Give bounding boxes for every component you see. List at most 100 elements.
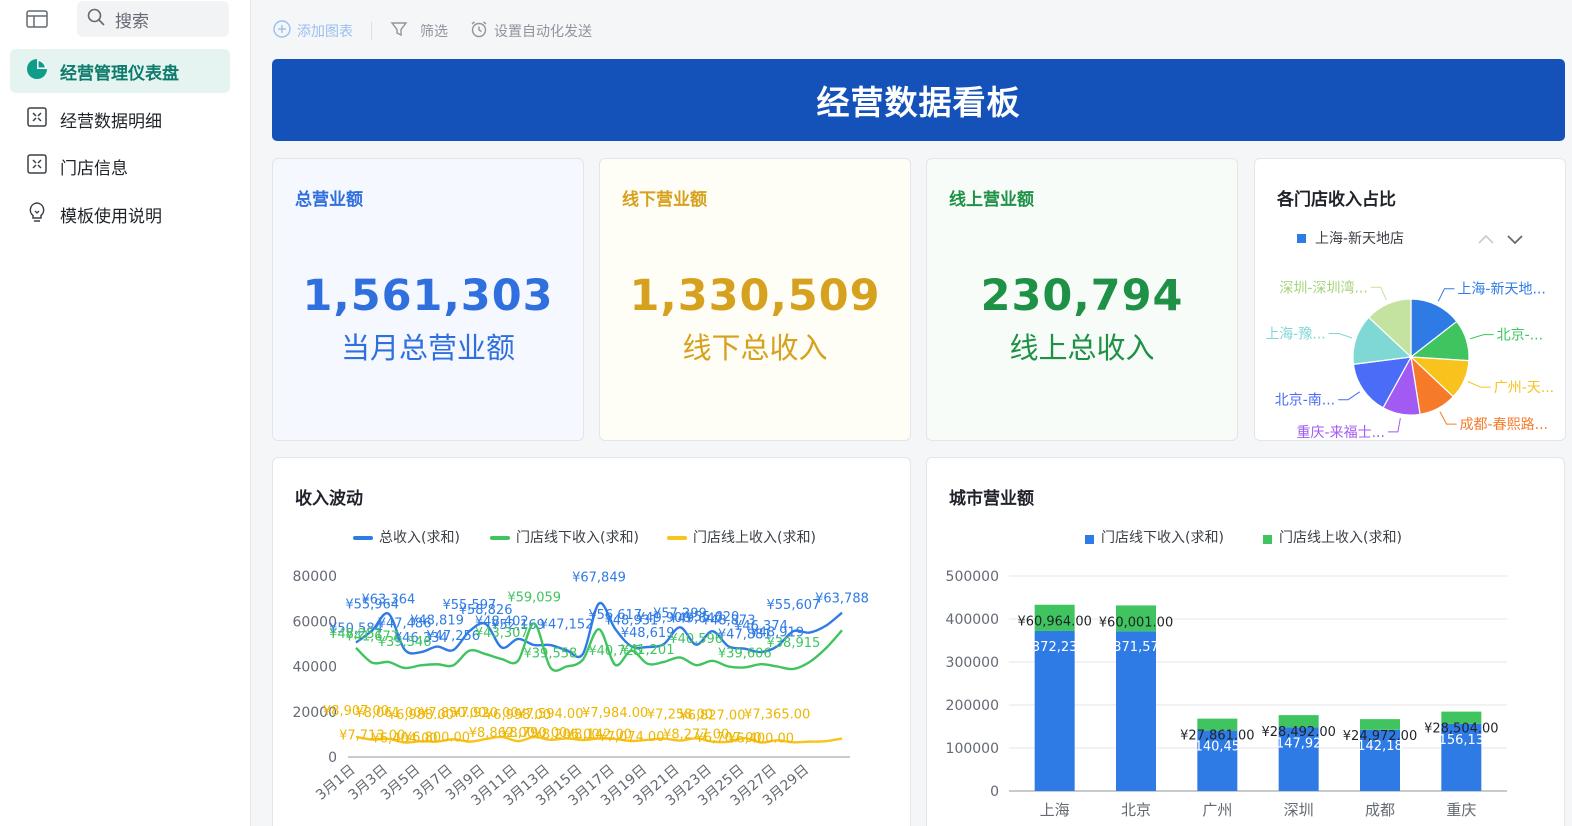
add-chart-button[interactable]: 添加图表 [273, 20, 353, 42]
table-icon [26, 106, 48, 133]
x-tick-label: 深圳 [1284, 801, 1314, 819]
filter-label: 筛选 [420, 24, 448, 40]
filter-button[interactable]: 筛选 [390, 20, 448, 42]
add-chart-label: 添加图表 [297, 24, 353, 40]
sidebar-item-label: 经营管理仪表盘 [60, 63, 179, 84]
kpi-label: 当月总营业额 [340, 331, 515, 365]
pie-chart-card[interactable]: 各门店收入占比 上海-新天地店 上海-新天地... 北京-... 广州-天... 成都… [1254, 158, 1566, 441]
pie-slice-label: 广州-天... [1494, 380, 1554, 396]
bar-value-label: ¥60,001.00 [1099, 615, 1173, 630]
kpi-value: 230,794 [980, 271, 1184, 321]
pie-chart: 上海-新天地店 上海-新天地... 北京-... 广州-天... 成都-春熙路... 重… [1265, 231, 1554, 441]
bar-value-label: ¥60,964.00 [1017, 615, 1091, 630]
legend-swatch [353, 536, 373, 540]
kpi-card-online[interactable]: 线上营业额 230,794 线上总收入 [926, 158, 1238, 441]
x-tick-label: 成都 [1365, 801, 1395, 819]
sidebar-item-template-guide[interactable]: 模板使用说明 [10, 192, 230, 236]
data-label: ¥39,558 [524, 647, 578, 662]
data-label: ¥48,619 [621, 626, 675, 641]
data-label: ¥39,606 [718, 646, 772, 661]
kpi-card-total[interactable]: 总营业额 1,561,303 当月总营业额 [272, 158, 584, 441]
data-label: ¥40,596 [669, 632, 723, 647]
pie-chart-icon [26, 58, 48, 85]
y-tick-label: 0 [328, 750, 337, 766]
kpi-value: 1,561,303 [302, 271, 554, 321]
data-label: ¥55,607 [767, 598, 821, 613]
pie-legend-label: 上海-新天地店 [1315, 231, 1404, 247]
auto-send-button[interactable]: 设置自动化发送 [470, 20, 592, 42]
pie-label-line [1437, 288, 1455, 302]
data-label: ¥7,984.00 [582, 706, 648, 721]
sidebar-item-label: 经营数据明细 [60, 111, 162, 132]
legend-label: 门店线上收入(求和) [693, 530, 816, 546]
dashboard-banner: 经营数据看板 [272, 59, 1565, 141]
sidebar-item-label: 门店信息 [60, 158, 128, 179]
search-input[interactable]: 搜索 [77, 1, 229, 37]
data-label: ¥47,152 [540, 617, 594, 632]
sidebar-item-data-detail[interactable]: 经营数据明细 [10, 97, 230, 141]
banner-title: 经营数据看板 [816, 83, 1021, 122]
bar-value-label: 372,23 [1032, 640, 1078, 655]
x-tick-label: 广州 [1202, 801, 1232, 819]
legend-label: 总收入(求和) [379, 530, 460, 546]
data-label: ¥48,819 [410, 614, 464, 629]
plus-circle-icon [273, 20, 291, 42]
bar-chart-card[interactable]: 城市营业额 门店线下收入(求和) 门店线上收入(求和) 0 100000 200000 3… [926, 457, 1565, 826]
pie-slice-label: 重庆-来福士... [1297, 425, 1385, 441]
legend-swatch [667, 536, 687, 540]
sidebar-item-dashboard[interactable]: 经营管理仪表盘 [10, 49, 230, 93]
pie-label-line [1470, 334, 1494, 340]
kpi-value: 1,330,509 [629, 271, 881, 321]
x-tick-label: 重庆 [1446, 801, 1476, 819]
x-tick-label: 北京 [1121, 801, 1151, 819]
y-tick-label: 400000 [946, 612, 999, 628]
pie-legend-swatch [1297, 234, 1306, 243]
legend-swatch [1085, 535, 1094, 544]
y-tick-label: 40000 [292, 660, 337, 676]
dashboard-main: 添加图表 筛选 设置自动化发送 经营数据看板 总营业额 1,561,303 当月… [250, 0, 1572, 826]
pie-label-line [1387, 417, 1401, 433]
legend-next-icon[interactable] [1507, 235, 1523, 245]
table-icon [26, 153, 48, 180]
pie-slice-label: 北京-南... [1275, 393, 1335, 409]
filter-icon [390, 20, 408, 42]
auto-send-label: 设置自动化发送 [494, 24, 592, 40]
pie-label-line [1328, 333, 1353, 339]
data-label: ¥7,594.00 [517, 707, 583, 722]
sidebar-item-store-info[interactable]: 门店信息 [10, 144, 230, 188]
data-label: ¥59,059 [507, 590, 561, 605]
kpi-title: 总营业额 [295, 190, 363, 210]
data-label: ¥43,307 [475, 626, 529, 641]
data-label: ¥63,788 [815, 592, 869, 607]
bar-value-label: 371,57 [1113, 640, 1159, 655]
kpi-card-offline[interactable]: 线下营业额 1,330,509 线下总收入 [599, 158, 911, 441]
pie-slice-label: 深圳-深圳湾... [1279, 279, 1367, 296]
kpi-title: 线下营业额 [622, 190, 707, 210]
pie-slice-label: 上海-新天地... [1457, 282, 1545, 298]
legend-swatch [490, 536, 510, 540]
line-chart-card[interactable]: 收入波动 总收入(求和) 门店线下收入(求和) 门店线上收入(求和) 0 20000 40… [272, 457, 911, 826]
toolbar-divider [371, 22, 372, 40]
data-label: ¥47,256 [426, 629, 480, 644]
y-tick-label: 100000 [946, 741, 999, 757]
data-label: ¥63,364 [362, 593, 416, 608]
data-label: ¥39,346 [378, 635, 432, 650]
pie-label-line [1370, 286, 1387, 301]
legend-prev-icon[interactable] [1478, 234, 1494, 244]
y-tick-label: 0 [990, 784, 999, 800]
alarm-clock-icon [470, 20, 488, 42]
data-label: ¥38,915 [767, 636, 821, 651]
layout-toggle-icon[interactable] [24, 8, 50, 30]
kpi-label: 线下总收入 [682, 331, 828, 365]
y-tick-label: 80000 [292, 569, 337, 585]
kpi-label: 线上总收入 [1009, 331, 1155, 365]
pie-label-line [1439, 411, 1457, 425]
pie-slice-label: 上海-豫... [1265, 327, 1325, 343]
pie-slice-label: 成都-春熙路... [1460, 417, 1548, 433]
data-label: ¥6,400.00 [728, 732, 794, 747]
search-icon [87, 8, 105, 30]
pie-label-line [1338, 391, 1361, 401]
legend-label: 门店线上收入(求和) [1279, 530, 1402, 546]
sidebar-header: 搜索 [0, 0, 244, 40]
bar-value-label: ¥28,504.00 [1424, 722, 1498, 737]
